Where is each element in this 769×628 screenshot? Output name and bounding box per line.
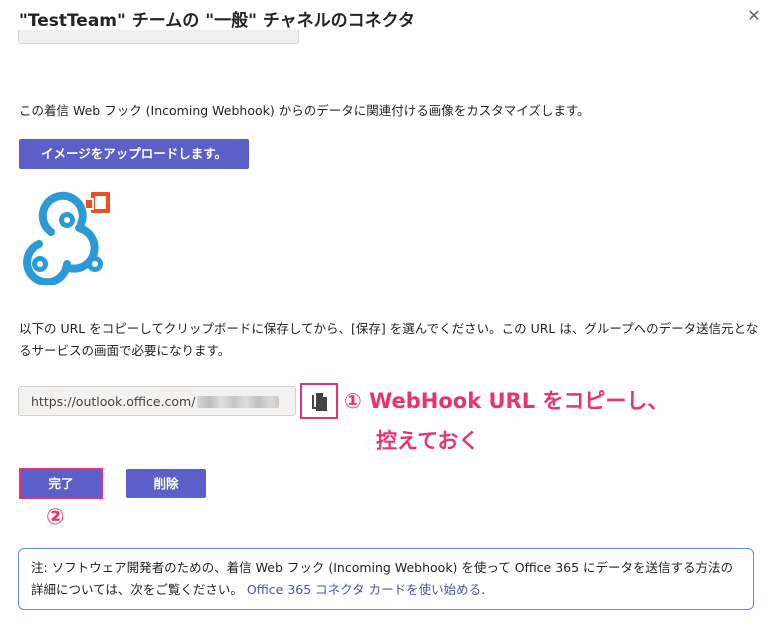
- webhook-url-value: https://outlook.office.com/: [31, 394, 196, 409]
- annotation-copy-url-line2: 控えておく: [376, 429, 480, 453]
- connector-name-field[interactable]: [18, 30, 299, 44]
- instructions-text: 以下の URL をコピーしてクリップボードに保存してから、[保存] を選んでくだ…: [19, 321, 759, 358]
- webhook-logo-icon: [17, 190, 117, 287]
- note-end: .: [481, 582, 486, 597]
- done-button[interactable]: 完了: [19, 468, 103, 499]
- annotation-step-2: ②: [46, 505, 65, 530]
- close-icon[interactable]: ✕: [744, 6, 764, 26]
- redacted-url-part: [197, 396, 279, 408]
- dialog-title: "TestTeam" チームの "一般" チャネルのコネクタ: [19, 11, 415, 31]
- developer-note: 注: ソフトウェア開発者のための、着信 Web フック (Incoming We…: [18, 548, 754, 610]
- connector-card-link[interactable]: Office 365 コネクタ カードを使い始める: [247, 582, 481, 597]
- copy-icon: [312, 393, 327, 411]
- delete-button[interactable]: 削除: [126, 469, 206, 498]
- office-badge-icon: [84, 192, 110, 213]
- webhook-url-field[interactable]: https://outlook.office.com/: [18, 386, 296, 416]
- upload-image-button[interactable]: イメージをアップロードします。: [19, 139, 249, 169]
- description-text: この着信 Web フック (Incoming Webhook) からのデータに関…: [19, 103, 590, 118]
- copy-url-button[interactable]: [300, 383, 338, 419]
- annotation-copy-url: ① WebHook URL をコピーし、: [344, 389, 669, 413]
